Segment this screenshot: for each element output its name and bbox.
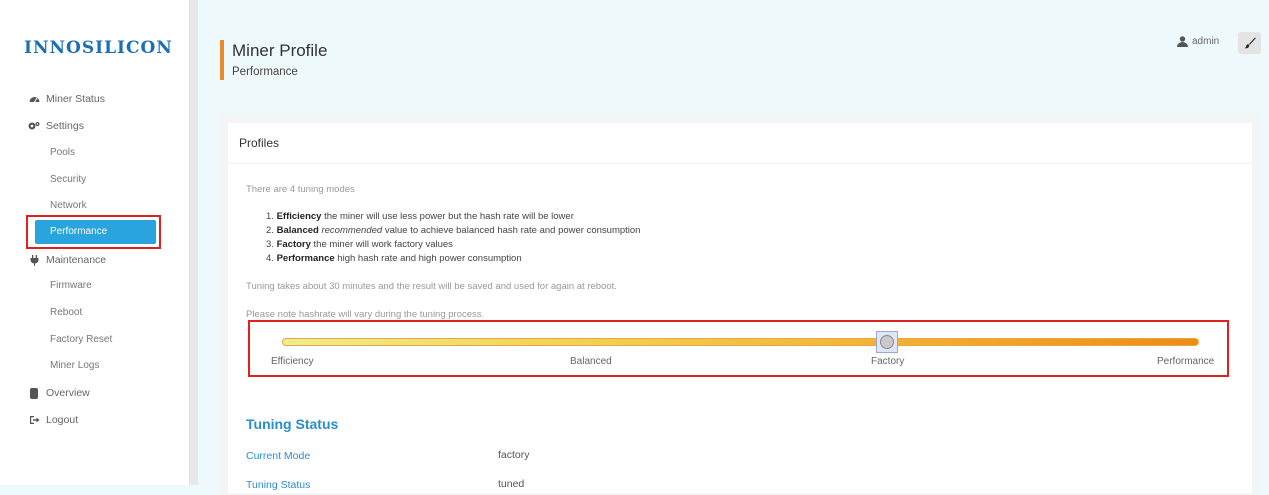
list-item: 1. Efficiency the miner will use less po… [266, 211, 574, 222]
current-mode-value: factory [498, 449, 530, 461]
brush-icon [1244, 37, 1256, 49]
sidebar-item-label: Maintenance [46, 254, 107, 266]
current-mode-label: Current Mode [246, 450, 311, 462]
title-accent-bar [220, 40, 224, 80]
sidebar-item-maintenance[interactable]: Maintenance [28, 254, 106, 266]
sidebar-item-miner-status[interactable]: Miner Status [28, 93, 105, 105]
hashrate-note: Please note hashrate will vary during th… [246, 309, 485, 320]
tuning-note: Tuning takes about 30 minutes and the re… [246, 281, 617, 292]
page-title: Miner Profile [232, 41, 328, 60]
card-divider [228, 163, 1252, 164]
tuning-status-label: Tuning Status [246, 479, 311, 491]
list-item: 2. Balanced recommended value to achieve… [266, 225, 641, 236]
highlight-box-slider [248, 320, 1229, 377]
user-icon [1177, 36, 1188, 47]
list-item: 4. Performance high hash rate and high p… [266, 253, 522, 264]
sidebar-item-firmware[interactable]: Firmware [50, 280, 92, 291]
sidebar-item-factory-reset[interactable]: Factory Reset [50, 334, 112, 345]
sidebar-item-label: Overview [46, 387, 90, 399]
sidebar-item-security[interactable]: Security [50, 174, 86, 185]
sidebar-item-logout[interactable]: Logout [28, 414, 78, 426]
theme-button[interactable] [1238, 32, 1261, 54]
sidebar-divider [190, 0, 198, 485]
page-subtitle: Performance [232, 66, 298, 78]
list-item: 3. Factory the miner will work factory v… [266, 239, 453, 250]
user-menu[interactable]: admin [1177, 36, 1219, 47]
sidebar-item-settings[interactable]: Settings [28, 120, 84, 132]
sidebar-item-reboot[interactable]: Reboot [50, 307, 82, 318]
dashboard-icon [28, 93, 40, 105]
card-title: Profiles [239, 136, 280, 150]
profiles-card [228, 123, 1252, 493]
sidebar-item-label: Miner Status [46, 93, 105, 105]
tuning-status-title: Tuning Status [246, 416, 339, 432]
database-icon [28, 387, 40, 399]
logout-icon [28, 414, 40, 426]
sidebar-item-pools[interactable]: Pools [50, 147, 75, 158]
sidebar-item-overview[interactable]: Overview [28, 387, 90, 399]
sidebar-item-network[interactable]: Network [50, 200, 87, 211]
tuning-intro: There are 4 tuning modes [246, 184, 355, 195]
plug-icon [28, 254, 40, 266]
username: admin [1192, 36, 1220, 47]
highlight-box-performance [26, 215, 161, 249]
sidebar-item-label: Logout [46, 414, 79, 426]
sidebar-item-label: Settings [46, 120, 84, 132]
mode-list: 1. Efficiency the miner will use less po… [266, 210, 640, 266]
sidebar-item-miner-logs[interactable]: Miner Logs [50, 360, 99, 371]
brand-logo: INNOSILICON [24, 38, 173, 58]
tuning-status-value: tuned [498, 478, 525, 490]
gears-icon [28, 120, 40, 132]
